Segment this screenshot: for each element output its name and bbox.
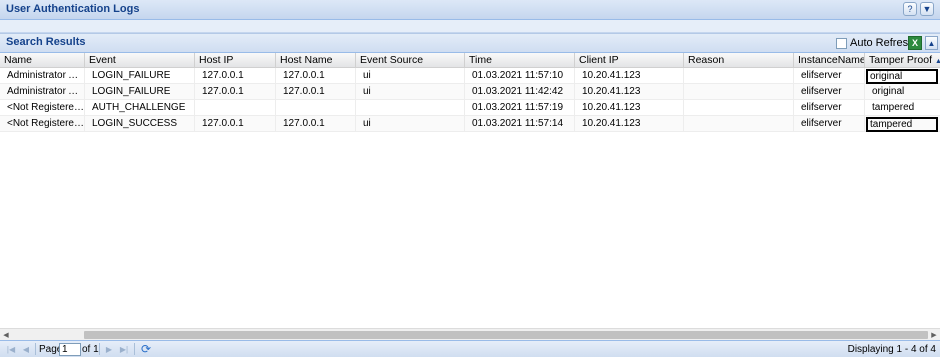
cell-client-ip: 10.20.41.123 (575, 116, 684, 132)
cell-event-source (356, 100, 465, 116)
cell-client-ip: 10.20.41.123 (575, 100, 684, 116)
cell-host-name: 127.0.0.1 (276, 68, 356, 84)
last-page-icon[interactable]: ▶| (118, 343, 130, 355)
first-page-icon[interactable]: |◀ (5, 343, 17, 355)
separator (134, 343, 135, 355)
cell-time: 01.03.2021 11:57:10 (465, 68, 575, 84)
cell-event: LOGIN_SUCCESS (85, 116, 195, 132)
cell-host-name (276, 100, 356, 116)
scroll-thumb[interactable] (84, 331, 928, 339)
sort-ascending-icon: ▲ (935, 58, 940, 65)
search-results-title: Search Results (6, 36, 86, 48)
cell-host-name: 127.0.0.1 (276, 84, 356, 100)
prev-page-icon[interactable]: ◀ (20, 343, 32, 355)
cell-event-source: ui (356, 116, 465, 132)
cell-host-ip: 127.0.0.1 (195, 68, 276, 84)
next-page-icon[interactable]: ▶ (103, 343, 115, 355)
column-header-reason[interactable]: Reason (684, 53, 794, 68)
cell-name: Administrator Ad... (0, 84, 85, 100)
table-row[interactable]: <Not Registered> ... LOGIN_SUCCESS 127.0… (0, 116, 940, 132)
auto-refresh-toggle[interactable]: Auto Refresh (836, 37, 914, 49)
page-number-input[interactable] (59, 343, 81, 356)
cell-client-ip: 10.20.41.123 (575, 84, 684, 100)
column-header-event[interactable]: Event (85, 53, 195, 68)
cell-tamper-proof: original (872, 86, 905, 97)
chevron-down-icon[interactable]: ▼ (920, 2, 934, 16)
cell-time: 01.03.2021 11:42:42 (465, 84, 575, 100)
table-row[interactable]: Administrator Ad... LOGIN_FAILURE 127.0.… (0, 68, 940, 84)
collapse-up-icon[interactable]: ▲ (925, 36, 938, 50)
column-header-tamper-proof[interactable]: Tamper Proof ▲ (865, 53, 940, 68)
cell-reason (684, 100, 794, 116)
panel-title: User Authentication Logs (6, 3, 140, 15)
cell-host-name: 127.0.0.1 (276, 116, 356, 132)
column-header-name[interactable]: Name (0, 53, 85, 68)
cell-reason (684, 84, 794, 100)
table-row[interactable]: Administrator Ad... LOGIN_FAILURE 127.0.… (0, 84, 940, 100)
cell-instance-name: elifserver (794, 84, 865, 100)
paging-toolbar: |◀ ◀ Page of 1 ▶ ▶| ⟳ Displaying 1 - 4 o… (0, 340, 940, 357)
cell-event-source: ui (356, 84, 465, 100)
separator (35, 343, 36, 355)
cell-tamper-proof: tampered (872, 102, 915, 113)
auto-refresh-label: Auto Refresh (850, 37, 915, 49)
cell-instance-name: elifserver (794, 100, 865, 116)
cell-time: 01.03.2021 11:57:14 (465, 116, 575, 132)
cell-instance-name: elifserver (794, 116, 865, 132)
cell-reason (684, 68, 794, 84)
panel-spacer (0, 20, 940, 33)
cell-host-ip (195, 100, 276, 116)
search-results-toolbar: Search Results Auto Refresh X ▲ (0, 33, 940, 53)
grid-header: Name Event Host IP Host Name Event Sourc… (0, 53, 940, 68)
cell-name: <Not Registered> ... (0, 100, 85, 116)
cell-time: 01.03.2021 11:57:19 (465, 100, 575, 116)
displaying-count: Displaying 1 - 4 of 4 (847, 344, 936, 355)
column-header-time[interactable]: Time (465, 53, 575, 68)
horizontal-scrollbar[interactable]: ◀ ▶ (0, 328, 940, 340)
refresh-icon[interactable]: ⟳ (139, 342, 153, 356)
excel-export-icon[interactable]: X (908, 36, 922, 50)
cell-event-source: ui (356, 68, 465, 84)
cell-event: LOGIN_FAILURE (85, 84, 195, 100)
panel-header: User Authentication Logs ? ▼ (0, 0, 940, 20)
grid-empty-area (0, 133, 940, 328)
page-count-label: of 1 (82, 344, 99, 355)
cell-host-ip: 127.0.0.1 (195, 84, 276, 100)
column-header-instance-name[interactable]: InstanceName (794, 53, 865, 68)
column-header-host-name[interactable]: Host Name (276, 53, 356, 68)
cell-host-ip: 127.0.0.1 (195, 116, 276, 132)
cell-name: <Not Registered> ... (0, 116, 85, 132)
cell-name: Administrator Ad... (0, 68, 85, 84)
help-icon[interactable]: ? (903, 2, 917, 16)
separator (99, 343, 100, 355)
column-header-host-ip[interactable]: Host IP (195, 53, 276, 68)
column-header-event-source[interactable]: Event Source (356, 53, 465, 68)
cell-reason (684, 116, 794, 132)
cell-event: LOGIN_FAILURE (85, 68, 195, 84)
cell-tamper-proof: tampered (866, 117, 938, 132)
cell-event: AUTH_CHALLENGE (85, 100, 195, 116)
table-row[interactable]: <Not Registered> ... AUTH_CHALLENGE 01.0… (0, 100, 940, 116)
auto-refresh-checkbox[interactable] (836, 37, 847, 49)
cell-instance-name: elifserver (794, 68, 865, 84)
cell-client-ip: 10.20.41.123 (575, 68, 684, 84)
cell-tamper-proof: original (866, 69, 938, 84)
column-header-client-ip[interactable]: Client IP (575, 53, 684, 68)
